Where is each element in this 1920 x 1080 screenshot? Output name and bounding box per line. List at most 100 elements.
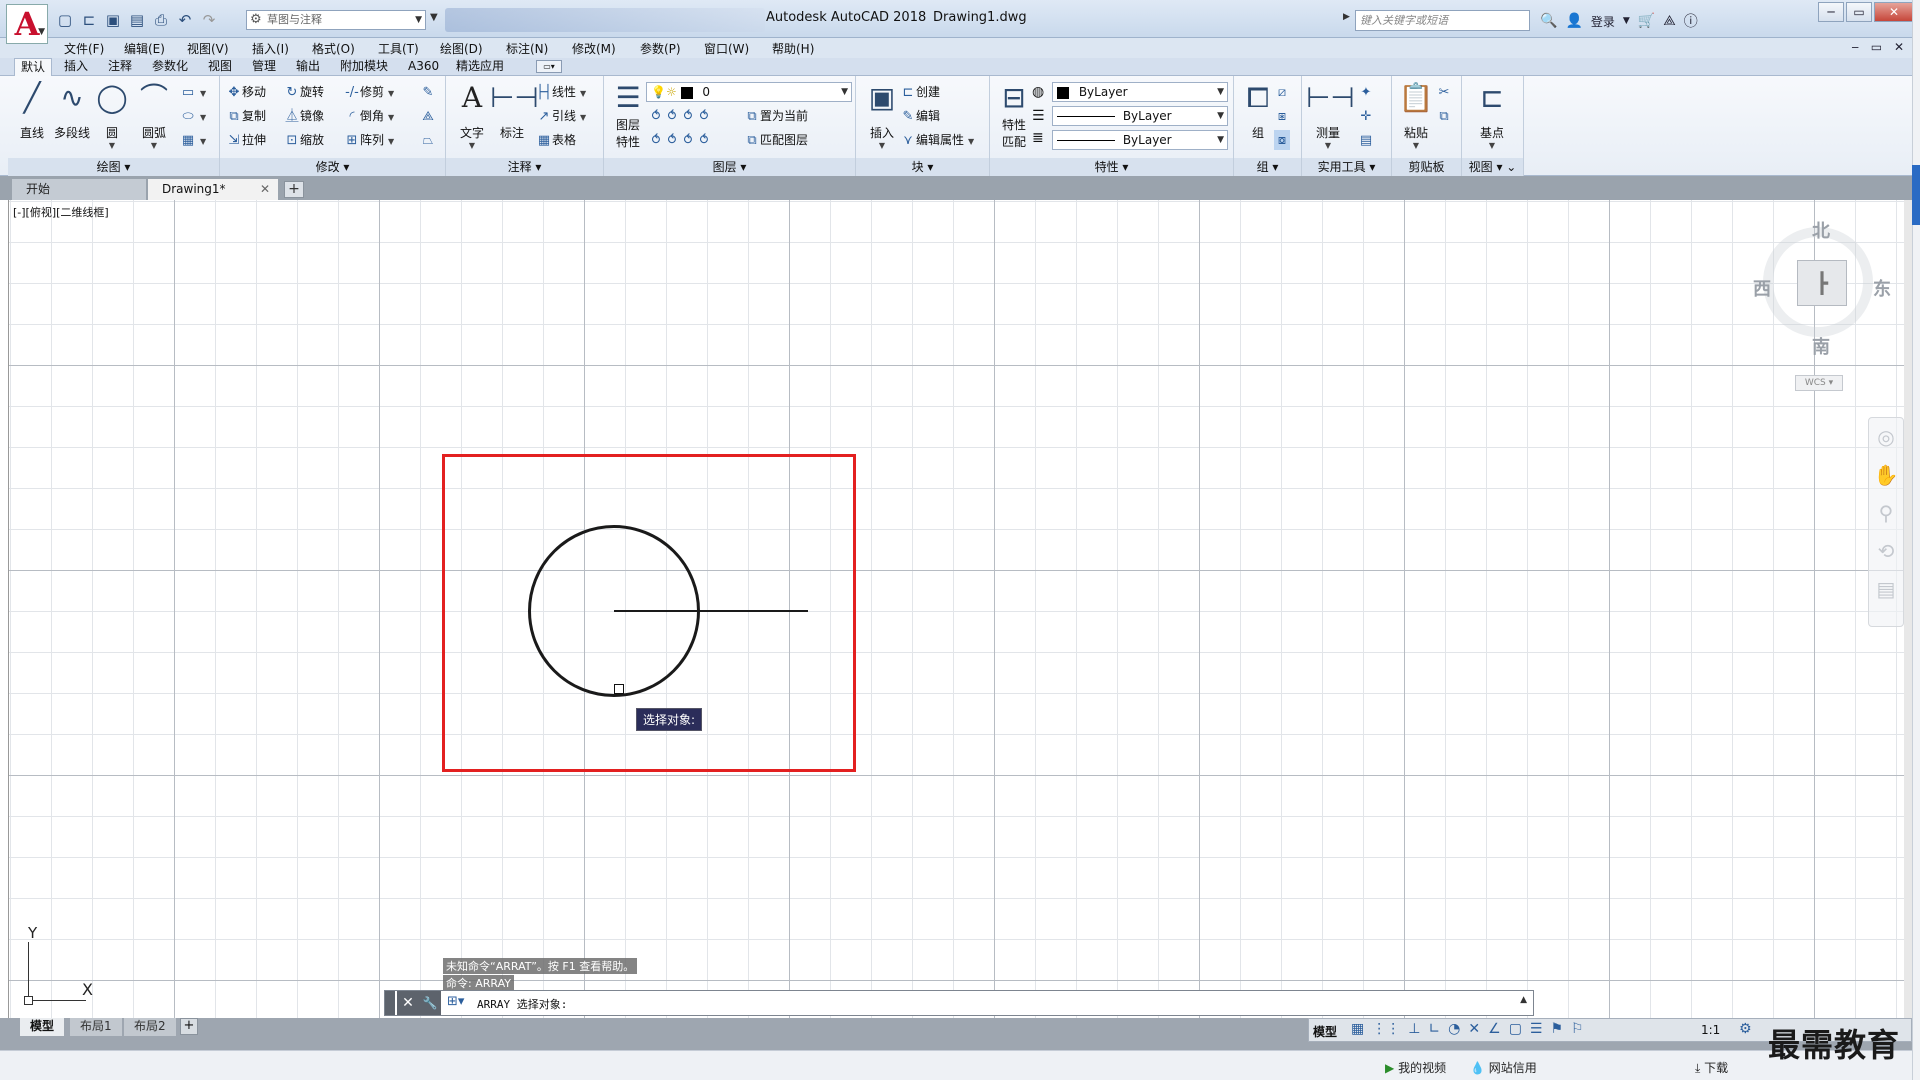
table-button[interactable]: ▦ 表格: [536, 130, 576, 150]
linetype-select[interactable]: ByLayer ▼: [1052, 106, 1228, 126]
maximize-button[interactable]: ▭: [1846, 2, 1872, 22]
close-button[interactable]: ✕: [1874, 2, 1914, 22]
new-layout-button[interactable]: +: [180, 1018, 198, 1035]
dimension-button[interactable]: ⊢⊣ 标注: [490, 82, 539, 141]
panel-clipboard-label[interactable]: 剪贴板: [1392, 158, 1461, 176]
match-properties-button[interactable]: ⊟ 特性 匹配: [992, 82, 1036, 150]
infer-icon[interactable]: ⊥: [1408, 1021, 1420, 1037]
search-expand-icon[interactable]: ▶: [1343, 12, 1350, 22]
grid-icon[interactable]: ▦: [1351, 1021, 1364, 1037]
new-tab-button[interactable]: +: [284, 181, 304, 198]
offset-button[interactable]: ⏢: [420, 130, 436, 150]
array-button[interactable]: ⊞ 阵列 ▼: [344, 130, 395, 150]
menu-file[interactable]: 文件(F): [64, 40, 104, 57]
command-line-grip[interactable]: [385, 991, 395, 1015]
edit-block-button[interactable]: ✎ 编辑: [900, 106, 940, 126]
annotation-scale-icon[interactable]: ⚐: [1571, 1021, 1584, 1037]
annotation-scale[interactable]: 1:1: [1701, 1023, 1720, 1037]
menu-dim[interactable]: 标注(N): [506, 40, 548, 57]
snap-icon[interactable]: ⋮⋮: [1372, 1021, 1400, 1037]
chevron-up-icon[interactable]: ▲: [1520, 995, 1527, 1005]
polar-icon[interactable]: ◔: [1448, 1021, 1460, 1037]
tab-featured[interactable]: 精选应用: [450, 58, 510, 76]
linear-button[interactable]: ├┤线性 ▼: [536, 82, 586, 102]
point-button[interactable]: ✛: [1358, 106, 1374, 126]
measure-button[interactable]: ⊢⊣ 测量 ▼: [1306, 82, 1355, 151]
group-edit-button[interactable]: ⧆: [1274, 106, 1290, 126]
ungroup-button[interactable]: ⧄: [1274, 82, 1290, 102]
menu-window[interactable]: 窗口(W): [704, 40, 749, 57]
insert-block-button[interactable]: ▣ 插入 ▼: [860, 82, 904, 151]
save-icon[interactable]: ▣: [104, 11, 122, 29]
leader-button[interactable]: ↗ 引线 ▼: [536, 106, 587, 126]
menu-draw[interactable]: 绘图(D): [440, 40, 483, 57]
viewcube-south[interactable]: 南: [1812, 333, 1830, 359]
close-icon[interactable]: ✕: [260, 179, 270, 199]
gear-icon[interactable]: ⚙: [1739, 1021, 1752, 1037]
ucs-icon[interactable]: Y X: [22, 924, 102, 1005]
wcs-menu[interactable]: WCS ▾: [1795, 375, 1843, 391]
command-input[interactable]: ARRAY 选择对象:: [477, 996, 567, 1012]
cart-icon[interactable]: 🛒: [1638, 13, 1655, 29]
binoculars-icon[interactable]: 🔍: [1540, 13, 1557, 29]
color-select[interactable]: ByLayer ▼: [1052, 82, 1228, 102]
zoom-icon[interactable]: ⚲: [1869, 494, 1903, 532]
drawn-line[interactable]: [614, 610, 808, 612]
tab-manage[interactable]: 管理: [246, 58, 282, 76]
menu-view[interactable]: 视图(V): [187, 40, 229, 57]
viewcube-top-face[interactable]: ┣: [1797, 260, 1847, 306]
osnap-track-icon[interactable]: ✕: [1468, 1021, 1480, 1037]
quick-select-button[interactable]: ✦: [1358, 82, 1374, 102]
tab-insert[interactable]: 插入: [58, 58, 94, 76]
fillet-button[interactable]: ◜ 倒角 ▼: [344, 106, 394, 126]
tab-a360[interactable]: A360: [402, 58, 445, 76]
close-icon[interactable]: ✕: [397, 991, 419, 1015]
rotate-button[interactable]: ↻ 旋转: [284, 82, 324, 102]
showmotion-icon[interactable]: ▤: [1869, 570, 1903, 608]
viewcube-north[interactable]: 北: [1812, 217, 1830, 243]
panel-utilities-label[interactable]: 实用工具 ▾: [1302, 158, 1391, 176]
text-button[interactable]: A 文字 ▼: [450, 82, 494, 151]
panel-annotation-label[interactable]: 注释 ▾: [446, 158, 603, 176]
pan-icon[interactable]: ✋: [1869, 456, 1903, 494]
tab-model[interactable]: 模型: [20, 1018, 65, 1036]
viewcube-east[interactable]: 东: [1873, 275, 1891, 301]
workspace-select[interactable]: ⚙ 草图与注释 ▼: [246, 10, 426, 30]
panel-groups-label[interactable]: 组 ▾: [1234, 158, 1301, 176]
document-window-controls[interactable]: ‒ ▭ ✕: [1851, 40, 1908, 54]
mirror-button[interactable]: ⏅ 镜像: [284, 106, 324, 126]
panel-view-label[interactable]: 视图 ▾ ⌄: [1462, 158, 1523, 176]
qat-customize-icon[interactable]: ▼: [430, 12, 438, 23]
layer-tools-row2[interactable]: ⥀ ⥀ ⥀ ⥀: [648, 130, 712, 150]
menu-modify[interactable]: 修改(M): [572, 40, 616, 57]
line-button[interactable]: ╱ 直线: [10, 82, 54, 141]
ellipse-button[interactable]: ⬭ ▼: [180, 106, 206, 126]
panel-draw-label[interactable]: 绘图 ▾: [8, 158, 219, 176]
viewcube[interactable]: ┣ 北 南 东 西 WCS ▾: [1753, 215, 1891, 395]
copy-clip-button[interactable]: ⧉: [1436, 106, 1452, 126]
download-link[interactable]: ⤓ 下载: [1695, 1059, 1728, 1076]
tab-view[interactable]: 视图: [202, 58, 238, 76]
osnap-icon[interactable]: ∠: [1488, 1021, 1501, 1037]
save-as-icon[interactable]: ▤: [128, 11, 146, 29]
lineweight-icon[interactable]: ☰: [1530, 1021, 1543, 1037]
menu-help[interactable]: 帮助(H): [772, 40, 814, 57]
hatch-button[interactable]: ▦ ▼: [180, 130, 206, 150]
print-icon[interactable]: ⎙: [152, 11, 170, 29]
undo-icon[interactable]: ↶: [176, 11, 194, 29]
chevron-down-icon[interactable]: ▼: [1623, 16, 1630, 26]
panel-properties-label[interactable]: 特性 ▾: [990, 158, 1233, 176]
site-credit-link[interactable]: 💧 网站信用: [1470, 1059, 1537, 1076]
rectangle-button[interactable]: ▭ ▼: [180, 82, 206, 102]
tab-output[interactable]: 输出: [290, 58, 326, 76]
create-block-button[interactable]: ⊏ 创建: [900, 82, 940, 102]
command-line[interactable]: ✕ 🔧 ⊞▾ ARRAY 选择对象: ▲: [384, 990, 1534, 1016]
minimize-button[interactable]: ─: [1818, 2, 1844, 22]
polyline-button[interactable]: ∿ 多段线: [50, 82, 94, 141]
orbit-icon[interactable]: ⟲: [1869, 532, 1903, 570]
layer-tools-row1[interactable]: ⥀ ⥀ ⥀ ⥀: [648, 106, 712, 126]
viewcube-west[interactable]: 西: [1753, 275, 1771, 301]
tab-layout2[interactable]: 布局2: [124, 1018, 176, 1036]
circle-button[interactable]: ◯ 圆 ▼: [90, 82, 134, 151]
model-space-button[interactable]: 模型: [1313, 1023, 1337, 1040]
